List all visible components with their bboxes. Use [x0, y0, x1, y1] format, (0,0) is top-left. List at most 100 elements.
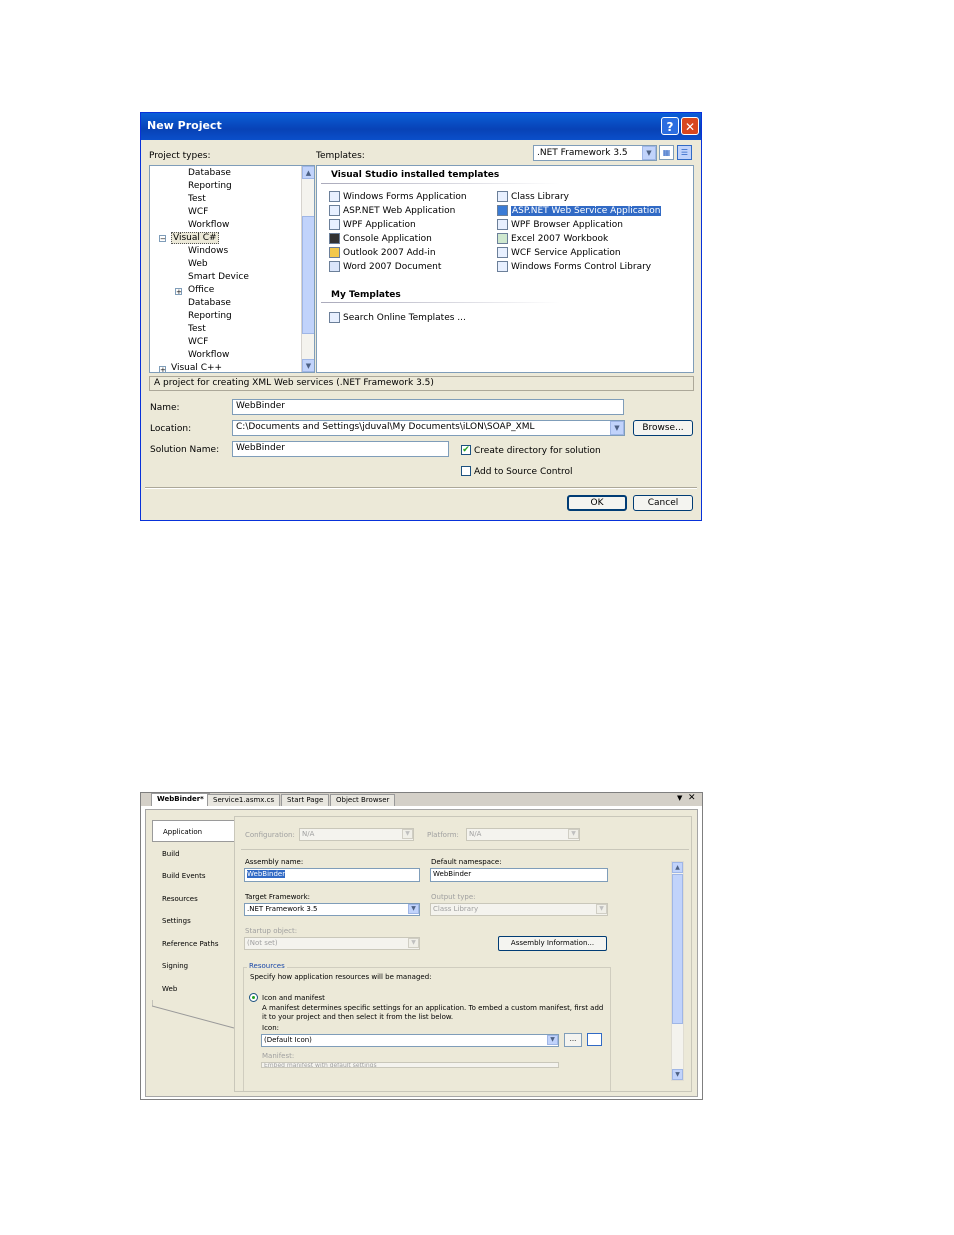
- web-service-icon: [497, 205, 508, 216]
- tree-scrollbar[interactable]: ▲ ▼: [301, 166, 314, 372]
- framework-select[interactable]: .NET Framework 3.5 ▼: [533, 145, 657, 161]
- template-word-document[interactable]: Word 2007 Document: [329, 261, 441, 272]
- location-combobox[interactable]: C:\Documents and Settings\jduval\My Docu…: [232, 420, 625, 436]
- output-type-label: Output type:: [431, 893, 476, 901]
- header-divider: [321, 302, 561, 303]
- collapse-icon[interactable]: −: [159, 235, 166, 243]
- configuration-label: Configuration:: [245, 831, 295, 839]
- templates-label: Templates:: [316, 151, 365, 161]
- tree-item-visual-cpp[interactable]: Visual C++: [171, 363, 222, 372]
- templates-list[interactable]: Visual Studio installed templates Window…: [316, 165, 694, 373]
- side-tab-application[interactable]: Application: [152, 820, 234, 842]
- assembly-information-button[interactable]: Assembly Information...: [498, 936, 607, 951]
- ok-button[interactable]: OK: [567, 495, 627, 511]
- expand-icon[interactable]: +: [175, 288, 182, 296]
- name-label: Name:: [150, 403, 180, 413]
- window-menu-icon[interactable]: ▼: [677, 794, 682, 802]
- tree-item-wcf[interactable]: WCF: [188, 207, 208, 217]
- solution-name-input[interactable]: WebBinder: [232, 441, 449, 457]
- close-button[interactable]: ✕: [681, 117, 699, 135]
- scroll-down-icon[interactable]: ▼: [672, 1069, 683, 1080]
- template-console[interactable]: Console Application: [329, 233, 432, 244]
- icon-browse-button[interactable]: ...: [564, 1033, 582, 1047]
- target-framework-select[interactable]: .NET Framework 3.5 ▼: [244, 903, 420, 916]
- chevron-down-icon[interactable]: ▼: [547, 1035, 558, 1045]
- tree-item-workflow[interactable]: Workflow: [188, 220, 229, 230]
- create-directory-checkbox[interactable]: ✔: [461, 445, 471, 455]
- class-library-icon: [497, 191, 508, 202]
- name-input[interactable]: WebBinder: [232, 399, 624, 415]
- search-icon: [329, 312, 340, 323]
- project-types-tree[interactable]: Database Reporting Test WCF Workflow − V…: [149, 165, 315, 373]
- tree-item-wcf-2[interactable]: WCF: [188, 337, 208, 347]
- tree-item-test-2[interactable]: Test: [188, 324, 206, 334]
- solution-name-label: Solution Name:: [150, 445, 220, 455]
- tree-item-web[interactable]: Web: [188, 259, 208, 269]
- tab-object-browser[interactable]: Object Browser: [330, 794, 396, 806]
- cancel-button[interactable]: Cancel: [633, 495, 693, 511]
- template-control-library[interactable]: Windows Forms Control Library: [497, 261, 651, 272]
- designer-body: Application Build Build Events Resources…: [145, 809, 698, 1097]
- tab-start-page[interactable]: Start Page: [281, 794, 330, 806]
- icon-label: Icon:: [262, 1024, 279, 1032]
- side-tab-web[interactable]: Web: [152, 978, 234, 1000]
- tree-item-reporting[interactable]: Reporting: [188, 181, 232, 191]
- tree-item-test[interactable]: Test: [188, 194, 206, 204]
- side-tab-reference-paths[interactable]: Reference Paths: [152, 933, 234, 955]
- chevron-down-icon: ▼: [402, 829, 413, 839]
- default-namespace-input[interactable]: WebBinder: [430, 868, 608, 882]
- large-icons-view-button[interactable]: ▦: [659, 145, 674, 160]
- tree-item-office[interactable]: Office: [188, 285, 214, 295]
- chevron-down-icon[interactable]: ▼: [408, 904, 419, 914]
- template-web-service[interactable]: ASP.NET Web Service Application: [497, 205, 662, 216]
- side-tab-settings[interactable]: Settings: [152, 910, 234, 932]
- chevron-down-icon[interactable]: ▼: [642, 146, 656, 160]
- scroll-thumb[interactable]: [672, 874, 683, 1024]
- configuration-select: N/A ▼: [299, 828, 414, 841]
- chevron-down-icon[interactable]: ▼: [610, 421, 624, 435]
- tab-service1[interactable]: Service1.asmx.cs: [207, 794, 281, 806]
- title-bar[interactable]: New Project ? ✕: [141, 113, 701, 140]
- template-outlook-addin[interactable]: Outlook 2007 Add-in: [329, 247, 436, 258]
- scroll-down-icon[interactable]: ▼: [302, 359, 314, 372]
- template-class-library[interactable]: Class Library: [497, 191, 569, 202]
- assembly-name-input[interactable]: WebBinder: [244, 868, 420, 882]
- source-control-checkbox[interactable]: [461, 466, 471, 476]
- template-windows-forms[interactable]: Windows Forms Application: [329, 191, 467, 202]
- tree-item-reporting-2[interactable]: Reporting: [188, 311, 232, 321]
- template-search-online[interactable]: Search Online Templates ...: [329, 312, 466, 323]
- tree-item-database-2[interactable]: Database: [188, 298, 231, 308]
- side-tab-build[interactable]: Build: [152, 843, 234, 865]
- divider: [145, 487, 697, 489]
- close-icon[interactable]: ✕: [688, 793, 696, 803]
- console-icon: [329, 233, 340, 244]
- side-tab-signing[interactable]: Signing: [152, 955, 234, 977]
- template-wpf[interactable]: WPF Application: [329, 219, 416, 230]
- template-wpf-browser[interactable]: WPF Browser Application: [497, 219, 623, 230]
- template-aspnet-web[interactable]: ASP.NET Web Application: [329, 205, 455, 216]
- tree-item-windows[interactable]: Windows: [188, 246, 228, 256]
- scroll-up-icon[interactable]: ▲: [672, 862, 683, 873]
- manifest-label: Manifest:: [262, 1052, 295, 1060]
- tree-item-smart-device[interactable]: Smart Device: [188, 272, 249, 282]
- expand-icon[interactable]: +: [159, 366, 166, 372]
- tree-item-database[interactable]: Database: [188, 168, 231, 178]
- side-tab-resources[interactable]: Resources: [152, 888, 234, 910]
- tree-item-workflow-2[interactable]: Workflow: [188, 350, 229, 360]
- side-tab-build-events[interactable]: Build Events: [152, 865, 234, 887]
- scroll-thumb[interactable]: [302, 216, 314, 334]
- small-icons-view-button[interactable]: ☰: [677, 145, 692, 160]
- icon-select[interactable]: (Default Icon) ▼: [261, 1034, 559, 1047]
- scroll-up-icon[interactable]: ▲: [302, 166, 314, 179]
- assembly-name-label: Assembly name:: [245, 858, 304, 866]
- create-directory-label: Create directory for solution: [474, 446, 601, 456]
- page-scrollbar[interactable]: ▲ ▼: [671, 861, 684, 1081]
- browse-button[interactable]: Browse...: [633, 420, 693, 436]
- tab-webbinder[interactable]: WebBinder*: [151, 793, 210, 806]
- template-wcf-service[interactable]: WCF Service Application: [497, 247, 621, 258]
- project-designer: WebBinder* Service1.asmx.cs Start Page O…: [140, 792, 703, 1100]
- tree-item-visual-csharp[interactable]: Visual C#: [171, 232, 219, 244]
- help-button[interactable]: ?: [661, 117, 679, 135]
- template-excel-workbook[interactable]: Excel 2007 Workbook: [497, 233, 608, 244]
- icon-manifest-radio[interactable]: [249, 993, 258, 1002]
